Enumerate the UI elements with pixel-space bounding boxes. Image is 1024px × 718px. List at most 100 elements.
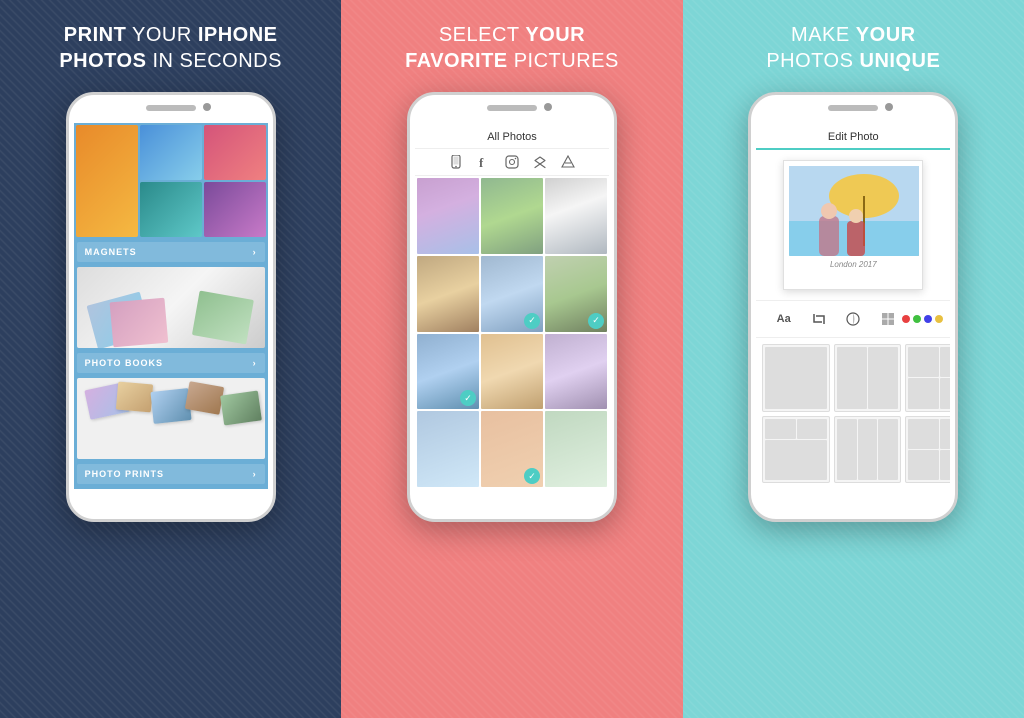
color-dot-yellow (935, 315, 943, 323)
layout-cell-2-2 (868, 347, 898, 409)
facebook-source-icon[interactable]: f (476, 154, 492, 170)
google-drive-source-icon[interactable] (560, 154, 576, 170)
layout-cell-7-4 (940, 450, 951, 480)
grid-photo-6[interactable]: ✓ (545, 256, 607, 332)
grid-photo-12[interactable] (545, 411, 607, 487)
panel-print: PRINT YOUR IPHONE PHOTOS IN SECONDS (0, 0, 341, 718)
prints-label: PHOTO PRINTS (85, 469, 164, 479)
grid-photo-7[interactable]: ✓ (417, 334, 479, 410)
dropbox-source-icon[interactable] (532, 154, 548, 170)
polaroid-frame: London 2017 (783, 160, 923, 290)
checkmark-6: ✓ (588, 313, 604, 329)
prints-arrow: › (253, 469, 257, 479)
layout-cell-3-1 (908, 347, 938, 377)
prints-bar[interactable]: PHOTO PRINTS › (77, 464, 265, 484)
grid-photo-9[interactable] (545, 334, 607, 410)
layout-cell-5-1 (765, 419, 795, 439)
panel-2-header: SELECT YOUR FAVORITE PICTURES (385, 0, 639, 92)
polaroid-photo (789, 166, 919, 256)
checkmark-11: ✓ (524, 468, 540, 484)
layout-option-3[interactable] (905, 344, 950, 412)
magnets-bar[interactable]: MAGNETS › (77, 242, 265, 262)
svg-text:f: f (479, 155, 484, 169)
source-icons-row: f (415, 149, 609, 176)
layout-cell-5-3 (765, 440, 827, 480)
layout-cell-5-2 (797, 419, 827, 439)
photo-placeholder-blue (140, 125, 202, 180)
phone-source-icon[interactable] (448, 154, 464, 170)
phone-2-content: All Photos f (415, 123, 609, 489)
color-tool[interactable] (913, 309, 933, 329)
layout-option-6[interactable] (834, 416, 902, 484)
all-photos-title: All Photos (487, 131, 537, 143)
color-dot-blue (924, 315, 932, 323)
photo-book-section (77, 267, 265, 348)
photo-cell-large (76, 125, 138, 237)
prints-section (77, 378, 265, 459)
layout-cell-1-1 (765, 347, 827, 409)
instagram-source-icon[interactable] (504, 154, 520, 170)
photo-cell-3 (140, 182, 202, 237)
grid-photo-10[interactable] (417, 411, 479, 487)
layout-cell-6-2 (858, 419, 878, 481)
panel-3-header: MAKE YOUR PHOTOS UNIQUE (746, 0, 960, 92)
layout-cell-3-3 (908, 378, 938, 408)
phone-2: All Photos f (407, 92, 617, 522)
phone-2-screen: All Photos f (415, 123, 609, 489)
phone-1-content: MAGNETS › PHOTO BOOKS › (74, 123, 268, 489)
layout-cell-7-2 (940, 419, 951, 449)
text-tool[interactable]: Aa (774, 309, 794, 329)
magnets-photo-grid (74, 123, 268, 239)
photo-placeholder-teal (140, 182, 202, 237)
color-dot-green (913, 315, 921, 323)
photo-cell-4 (204, 182, 266, 237)
layout-cell-6-3 (878, 419, 898, 481)
color-dots (902, 315, 943, 323)
edit-tools-row: Aa (756, 300, 950, 338)
phone-1: MAGNETS › PHOTO BOOKS › (66, 92, 276, 522)
layout-cell-3-4 (940, 378, 951, 408)
photo-placeholder-pink (204, 125, 266, 180)
magnets-label: MAGNETS (85, 247, 137, 257)
layout-option-5[interactable] (762, 416, 830, 484)
checkmark-5: ✓ (524, 313, 540, 329)
grid-photo-8[interactable] (481, 334, 543, 410)
checkmark-7: ✓ (460, 390, 476, 406)
grid-photo-4[interactable] (417, 256, 479, 332)
photo-grid-2: ✓ ✓ ✓ ✓ (415, 176, 609, 489)
layout-tool[interactable] (878, 309, 898, 329)
crop-tool[interactable] (809, 309, 829, 329)
scatter-photo-2 (116, 382, 153, 413)
panel-edit: MAKE YOUR PHOTOS UNIQUE Edit Photo (683, 0, 1024, 718)
grid-photo-3[interactable] (545, 178, 607, 254)
magnets-arrow: › (253, 247, 257, 257)
layout-option-2[interactable] (834, 344, 902, 412)
grid-photo-2[interactable] (481, 178, 543, 254)
photo-cell-1 (140, 125, 202, 180)
grid-photo-1[interactable] (417, 178, 479, 254)
layout-cell-2-1 (837, 347, 867, 409)
photo-books-bar[interactable]: PHOTO BOOKS › (77, 353, 265, 373)
layout-cell-3-2 (940, 347, 951, 377)
polaroid-caption: London 2017 (789, 260, 917, 269)
layout-option-1[interactable] (762, 344, 830, 412)
layout-option-7[interactable] (905, 416, 950, 484)
grid-photo-11[interactable]: ✓ (481, 411, 543, 487)
all-photos-header: All Photos (415, 123, 609, 149)
photo-placeholder-purple (204, 182, 266, 237)
phone-2-wrap: All Photos f (341, 92, 682, 718)
edit-photo-header: Edit Photo (756, 123, 950, 150)
phone-3-wrap: Edit Photo (683, 92, 1024, 718)
phone-3: Edit Photo (748, 92, 958, 522)
phone-1-screen: MAGNETS › PHOTO BOOKS › (74, 123, 268, 489)
layout-cell-6-1 (837, 419, 857, 481)
layout-options-grid (756, 338, 950, 489)
filter-tool[interactable] (843, 309, 863, 329)
polaroid-photo-svg (789, 166, 919, 256)
panel-1-header: PRINT YOUR IPHONE PHOTOS IN SECONDS (39, 0, 302, 92)
photo-books-arrow: › (253, 358, 257, 368)
phone-3-screen: Edit Photo (756, 123, 950, 489)
grid-photo-5[interactable]: ✓ (481, 256, 543, 332)
layout-cell-7-3 (908, 450, 938, 480)
scattered-photos (77, 378, 265, 459)
